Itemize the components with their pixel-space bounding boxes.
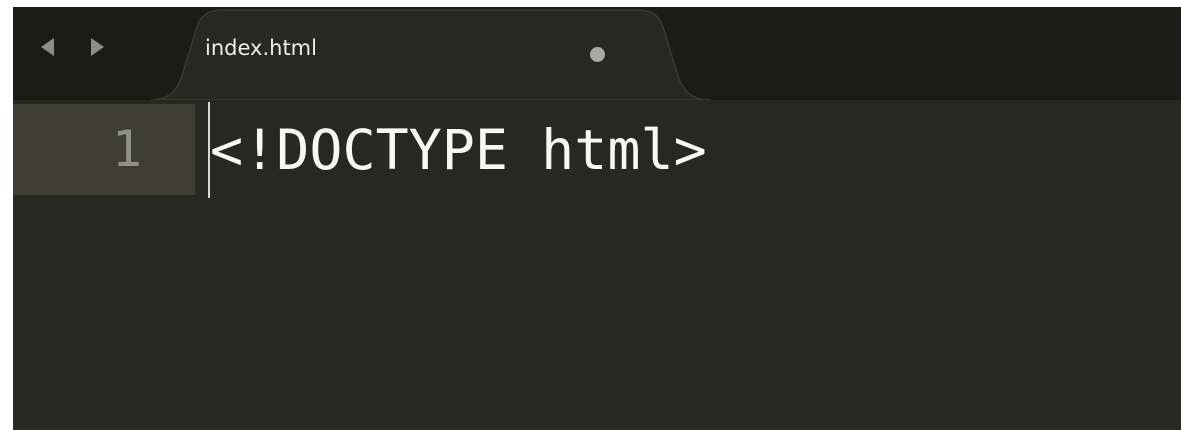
unsaved-indicator-icon[interactable] <box>590 47 605 62</box>
tab-label[interactable]: index.html <box>205 36 317 60</box>
tab-bar: index.html <box>13 7 1181 100</box>
line-number-gutter: 1 <box>13 100 195 430</box>
triangle-right-icon <box>90 38 104 56</box>
code-editor[interactable]: 1 <!DOCTYPE html> <box>13 100 1181 430</box>
forward-button[interactable] <box>86 34 108 60</box>
code-line[interactable]: <!DOCTYPE html> <box>210 120 707 180</box>
triangle-left-icon <box>40 38 54 56</box>
back-button[interactable] <box>36 34 58 60</box>
current-line-highlight: 1 <box>13 104 195 195</box>
line-number: 1 <box>111 120 142 178</box>
editor-window: index.html 1 <!DOCTYPE html> <box>13 7 1181 430</box>
